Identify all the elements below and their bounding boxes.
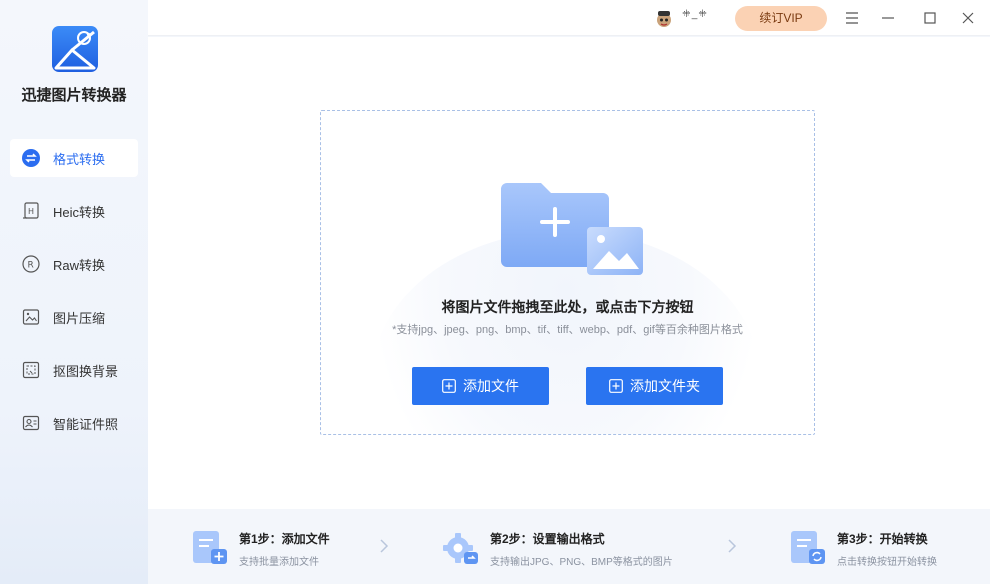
swap-icon bbox=[22, 149, 40, 167]
menu-icon[interactable] bbox=[842, 8, 862, 28]
sidebar-item-heic-convert[interactable]: H Heic转换 bbox=[10, 192, 138, 230]
sidebar-item-format-convert[interactable]: 格式转换 bbox=[10, 139, 138, 177]
sidebar-item-label: Heic转换 bbox=[53, 204, 106, 220]
step-description: 点击转换按钮开始转换 bbox=[837, 557, 937, 568]
step-description: 支持输出JPG、PNG、BMP等格式的图片 bbox=[490, 557, 673, 568]
svg-text:R: R bbox=[28, 261, 34, 271]
image-compress-icon bbox=[22, 308, 40, 326]
chevron-right-icon bbox=[726, 538, 738, 554]
sidebar-item-label: 智能证件照 bbox=[53, 416, 119, 432]
sidebar-item-label: 格式转换 bbox=[53, 151, 106, 167]
dropzone-subtitle: *支持jpg、jpeg、png、bmp、tif、tiff、webp、pdf、gi… bbox=[392, 324, 743, 336]
renew-vip-button[interactable]: 续订VIP bbox=[735, 6, 827, 31]
maximize-icon[interactable] bbox=[920, 8, 940, 28]
title-bar: ꔰ_ꔰ 续订VIP bbox=[148, 0, 990, 36]
svg-text:H: H bbox=[28, 207, 34, 216]
sidebar-nav: 格式转换 H Heic转换 R Raw转换 图片压缩 抠图换背景 智能证件照 bbox=[10, 139, 138, 457]
step-title: 第3步：开始转换 bbox=[837, 532, 928, 546]
dropzone-title: 将图片文件拖拽至此处，或点击下方按钮 bbox=[441, 299, 694, 315]
id-photo-icon bbox=[22, 414, 40, 432]
add-file-label: 添加文件 bbox=[463, 378, 519, 394]
minimize-icon[interactable] bbox=[878, 8, 898, 28]
step-2: 第2步：设置输出格式 支持输出JPG、PNG、BMP等格式的图片 bbox=[442, 528, 673, 568]
step-1: 第1步：添加文件 支持批量添加文件 bbox=[191, 528, 330, 568]
steps-bar: 第1步：添加文件 支持批量添加文件 第2步：设置输出格式 支持输出JPG、PNG… bbox=[148, 510, 990, 584]
convert-document-icon bbox=[789, 528, 827, 566]
step-title: 第1步：添加文件 bbox=[239, 532, 330, 546]
step-title: 第2步：设置输出格式 bbox=[490, 532, 605, 546]
user-avatar[interactable] bbox=[654, 9, 674, 29]
main-content: 将图片文件拖拽至此处，或点击下方按钮 *支持jpg、jpeg、png、bmp、t… bbox=[148, 37, 990, 509]
username[interactable]: ꔰ_ꔰ bbox=[682, 9, 708, 20]
add-folder-icon bbox=[609, 379, 623, 393]
step-description: 支持批量添加文件 bbox=[239, 557, 319, 568]
add-folder-button[interactable]: 添加文件夹 bbox=[586, 367, 723, 405]
add-file-icon bbox=[442, 379, 456, 393]
add-document-icon bbox=[191, 528, 229, 566]
sidebar-item-label: 抠图换背景 bbox=[53, 363, 119, 379]
add-folder-label: 添加文件夹 bbox=[630, 378, 700, 394]
sidebar-item-cutout[interactable]: 抠图换背景 bbox=[10, 351, 138, 389]
app-logo-icon bbox=[52, 26, 98, 72]
settings-gear-icon bbox=[442, 528, 480, 566]
step-3: 第3步：开始转换 点击转换按钮开始转换 bbox=[789, 528, 937, 568]
sidebar-item-id-photo[interactable]: 智能证件照 bbox=[10, 404, 138, 442]
cutout-icon bbox=[22, 361, 40, 379]
close-icon[interactable] bbox=[958, 8, 978, 28]
heic-file-icon: H bbox=[22, 202, 40, 220]
file-drop-zone[interactable]: 将图片文件拖拽至此处，或点击下方按钮 *支持jpg、jpeg、png、bmp、t… bbox=[320, 110, 815, 435]
folder-add-illustration-icon bbox=[497, 177, 647, 279]
sidebar-item-label: Raw转换 bbox=[53, 257, 106, 273]
sidebar-item-raw-convert[interactable]: R Raw转换 bbox=[10, 245, 138, 283]
app-name: 迅捷图片转换器 bbox=[21, 87, 127, 104]
add-file-button[interactable]: 添加文件 bbox=[412, 367, 549, 405]
sidebar-item-image-compress[interactable]: 图片压缩 bbox=[10, 298, 138, 336]
raw-circle-icon: R bbox=[22, 255, 40, 273]
sidebar-item-label: 图片压缩 bbox=[53, 310, 106, 326]
chevron-right-icon bbox=[378, 538, 390, 554]
sidebar: 迅捷图片转换器 格式转换 H Heic转换 R Raw转换 图片压缩 抠图换背景… bbox=[0, 0, 148, 584]
